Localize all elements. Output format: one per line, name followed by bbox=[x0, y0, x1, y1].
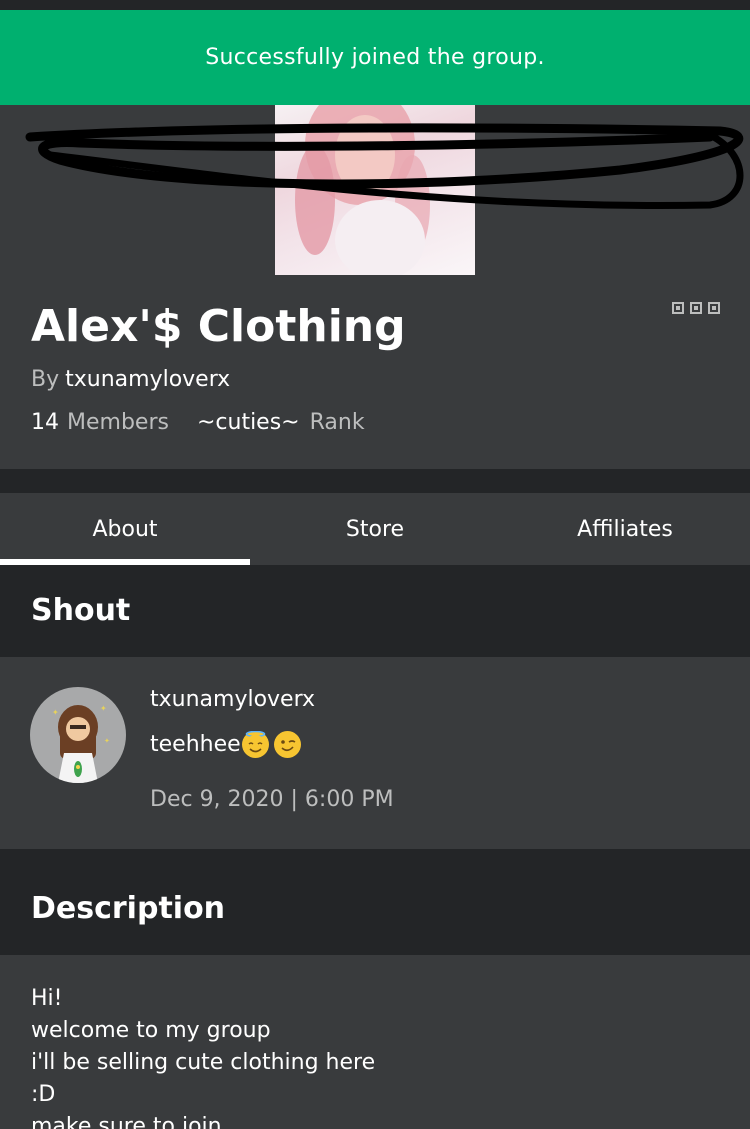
winking-face-icon bbox=[273, 731, 301, 758]
svg-text:✦: ✦ bbox=[104, 737, 110, 745]
join-success-banner: Successfully joined the group. bbox=[0, 10, 750, 105]
smiling-face-with-halo-icon bbox=[241, 730, 269, 758]
description-line: Hi! bbox=[31, 986, 63, 1011]
description-card: Hi! welcome to my group i'll be selling … bbox=[0, 955, 750, 1129]
member-count: 14 bbox=[31, 410, 59, 435]
shout-card: ✦ ✦ ✦ txunamyloverx teehhee Dec 9, 2020 … bbox=[0, 657, 750, 849]
description-line: welcome to my group bbox=[31, 1018, 271, 1043]
status-bar-strip bbox=[0, 0, 750, 10]
shout-username[interactable]: txunamyloverx bbox=[150, 687, 315, 712]
members-label: Members bbox=[67, 410, 169, 435]
owner-link[interactable]: txunamyloverx bbox=[65, 367, 230, 392]
description-heading: Description bbox=[31, 891, 226, 926]
shout-message-text: teehhee bbox=[150, 732, 241, 757]
shout-message: teehhee bbox=[150, 730, 301, 758]
svg-text:✦: ✦ bbox=[100, 704, 107, 713]
group-stats: 14 Members ~cuties~ Rank bbox=[31, 410, 365, 435]
rank-name: ~cuties~ bbox=[196, 410, 300, 435]
avatar[interactable]: ✦ ✦ ✦ bbox=[30, 687, 126, 783]
tab-affiliates[interactable]: Affiliates bbox=[500, 493, 750, 565]
group-header: Alex'$ Clothing By txunamyloverx 14 Member… bbox=[0, 105, 750, 469]
banner-message: Successfully joined the group. bbox=[205, 45, 545, 70]
description-line: make sure to join bbox=[31, 1114, 222, 1129]
tab-store[interactable]: Store bbox=[250, 493, 500, 565]
description-line: i'll be selling cute clothing here bbox=[31, 1050, 376, 1075]
shout-timestamp: Dec 9, 2020 | 6:00 PM bbox=[150, 787, 394, 812]
group-name: Alex'$ Clothing bbox=[31, 301, 406, 352]
description-line: :D bbox=[31, 1082, 56, 1107]
shout-heading: Shout bbox=[31, 593, 131, 628]
more-dots-icon[interactable] bbox=[672, 302, 720, 314]
group-owner-line: By txunamyloverx bbox=[31, 367, 230, 392]
tab-about[interactable]: About bbox=[0, 493, 250, 565]
group-tabs: About Store Affiliates bbox=[0, 493, 750, 565]
rank-label: Rank bbox=[309, 410, 365, 435]
svg-text:✦: ✦ bbox=[52, 708, 59, 717]
scribble-overlay bbox=[25, 123, 744, 209]
by-label: By bbox=[31, 367, 60, 392]
